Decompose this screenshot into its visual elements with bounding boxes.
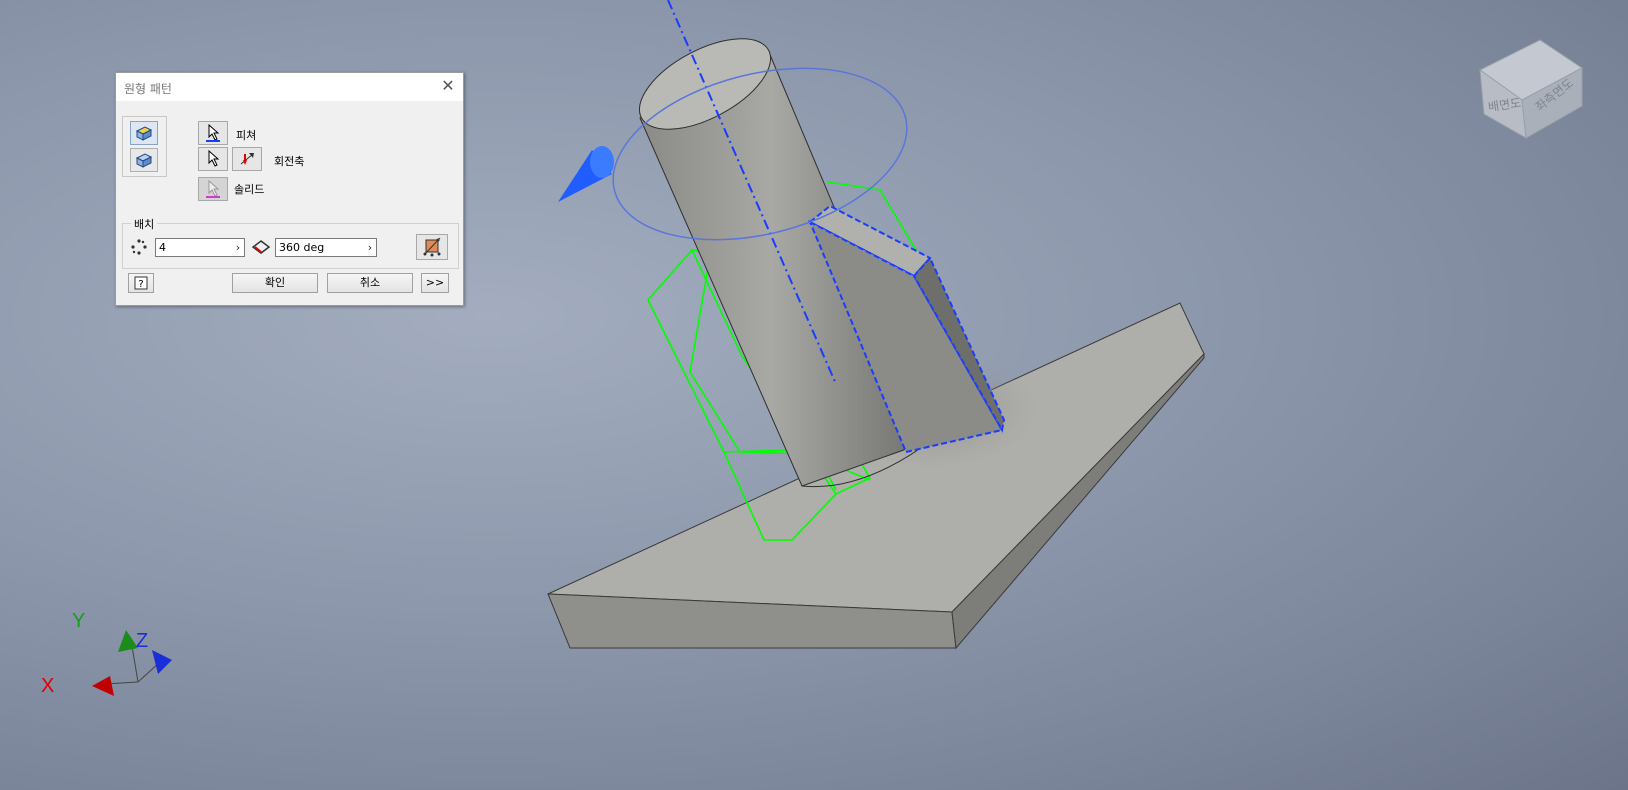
dialog-title: 원형 패턴: [124, 82, 172, 96]
circular-pattern-dialog: 원형 패턴 ✕ 피쳐 회전축 솔리드 배치 4 › 360 deg › ? 확인…: [115, 72, 464, 306]
placement-group: 배치 4 › 360 deg ›: [122, 216, 459, 269]
pattern-features-icon: [135, 126, 153, 141]
cursor-arrow-icon: [206, 180, 220, 198]
dialog-titlebar[interactable]: 원형 패턴 ✕: [116, 73, 463, 101]
solid-label: 솔리드: [234, 183, 265, 196]
occurrence-count-icon: [131, 239, 147, 255]
placement-group-title: 배치: [131, 216, 158, 232]
flip-direction-icon: [240, 153, 254, 165]
x-axis-label: X: [41, 675, 55, 697]
cursor-arrow-icon: [208, 150, 220, 167]
cursor-arrow-icon: [206, 124, 220, 142]
close-icon[interactable]: ✕: [439, 77, 457, 95]
cancel-button[interactable]: 취소: [327, 273, 413, 293]
y-axis-label: Y: [72, 610, 86, 632]
x-axis-cone-icon: [92, 676, 114, 696]
more-options-button[interactable]: >>: [421, 273, 449, 293]
help-icon: ?: [134, 276, 148, 290]
occurrence-angle-field[interactable]: 360 deg ›: [275, 238, 377, 257]
occurrence-count-value: 4: [159, 241, 166, 254]
pattern-mode-group: [122, 116, 167, 177]
y-axis-cone-icon: [118, 630, 138, 652]
rotation-axis-select-button[interactable]: [198, 147, 228, 171]
view-cube[interactable]: 배면도 좌측면도: [1470, 30, 1600, 150]
occurrence-angle-value: 360 deg: [279, 241, 325, 254]
z-axis-label: Z: [136, 630, 149, 652]
pattern-solids-icon: [135, 153, 153, 168]
help-button[interactable]: ?: [128, 273, 154, 293]
flip-direction-button[interactable]: [232, 147, 262, 171]
svg-text:?: ?: [138, 279, 143, 290]
chevron-right-icon[interactable]: ›: [364, 241, 376, 254]
features-label: 피쳐: [236, 129, 257, 142]
pattern-features-mode-button[interactable]: [130, 121, 158, 145]
pattern-solids-mode-button[interactable]: [130, 148, 158, 172]
direction-manipulator-icon[interactable]: [558, 146, 614, 202]
solid-select-button[interactable]: [198, 177, 228, 201]
z-axis-cone-icon: [152, 650, 172, 674]
rotation-axis-label: 회전축: [274, 155, 305, 168]
chevron-right-icon[interactable]: ›: [232, 241, 244, 254]
occurrence-count-field[interactable]: 4 ›: [155, 238, 245, 257]
ok-button[interactable]: 확인: [232, 273, 318, 293]
occurrence-angle-icon: [252, 240, 270, 254]
coordinate-triad: [92, 630, 172, 696]
midplane-icon: [423, 237, 441, 257]
midplane-button[interactable]: [416, 234, 448, 260]
features-select-button[interactable]: [198, 121, 228, 145]
